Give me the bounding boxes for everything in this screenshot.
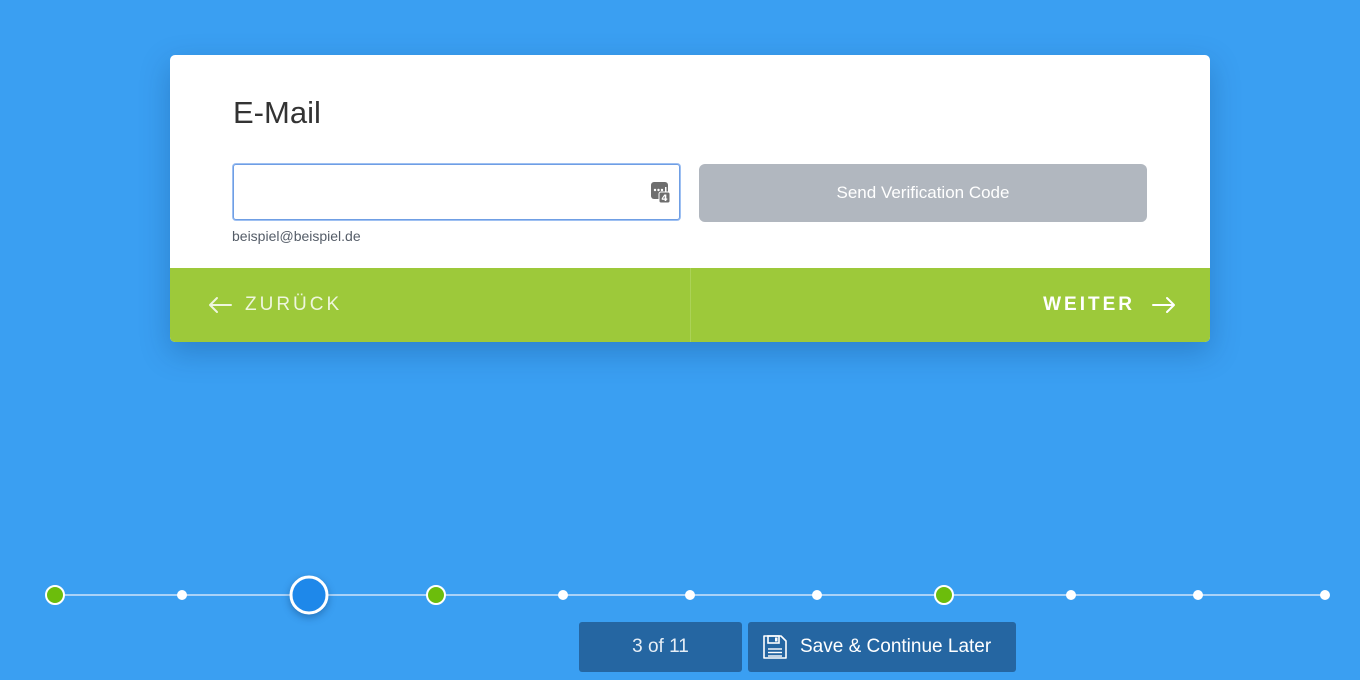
password-manager-icon[interactable]: 4 <box>651 182 670 203</box>
svg-text:4: 4 <box>661 194 667 203</box>
save-icon <box>763 635 787 659</box>
step-counter: 3 of 11 <box>579 622 742 672</box>
progress-step-5[interactable] <box>558 590 568 600</box>
step-progress <box>0 570 1360 620</box>
progress-step-2[interactable] <box>177 590 187 600</box>
progress-step-4[interactable] <box>426 585 446 605</box>
progress-step-11[interactable] <box>1320 590 1330 600</box>
next-button[interactable]: WEITER <box>691 268 1210 342</box>
email-field-label: E-Mail <box>233 95 321 130</box>
back-label: ZURÜCK <box>245 294 343 315</box>
back-button[interactable]: ZURÜCK <box>170 268 690 342</box>
send-verification-code-button[interactable]: Send Verification Code <box>699 164 1147 222</box>
arrow-right-icon <box>1152 297 1175 313</box>
progress-step-8[interactable] <box>934 585 954 605</box>
progress-step-10[interactable] <box>1193 590 1203 600</box>
next-label: WEITER <box>1043 294 1135 315</box>
arrow-left-icon <box>209 297 232 313</box>
save-continue-later-button[interactable]: Save & Continue Later <box>748 622 1016 672</box>
progress-step-7[interactable] <box>812 590 822 600</box>
navigation-bar: ZURÜCK WEITER <box>170 268 1210 342</box>
progress-step-1[interactable] <box>45 585 65 605</box>
progress-step-6[interactable] <box>685 590 695 600</box>
save-continue-later-label: Save & Continue Later <box>800 636 992 657</box>
progress-step-9[interactable] <box>1066 590 1076 600</box>
form-card: E-Mail 4 Send Verification Code beispiel… <box>170 55 1210 342</box>
email-helper-text: beispiel@beispiel.de <box>232 228 361 244</box>
email-input[interactable] <box>233 164 680 220</box>
progress-step-3[interactable] <box>289 575 329 615</box>
